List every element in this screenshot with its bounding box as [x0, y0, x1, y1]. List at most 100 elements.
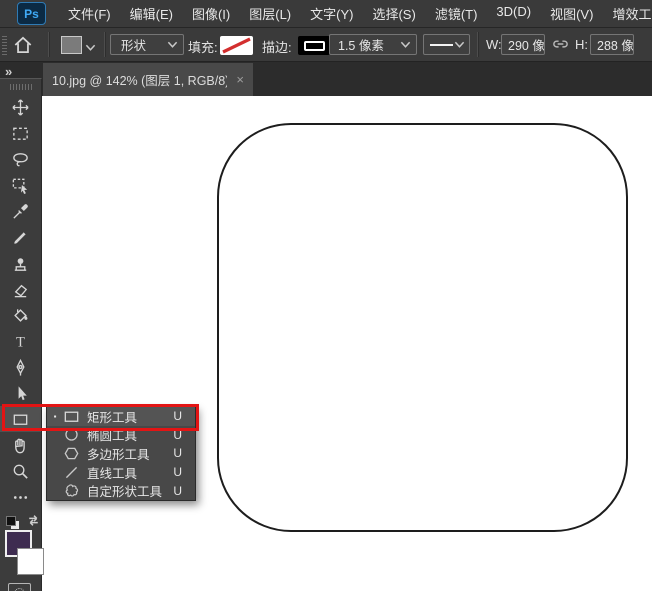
menu-item[interactable]: 视图(V) — [545, 0, 598, 27]
tool-options-bar: 形状 填充: 描边: 1.5 像素 W: 290 像 H: — [0, 28, 652, 62]
flyout-item-label: 自定形状工具 — [87, 481, 162, 500]
active-tool-bullet: ▪ — [49, 412, 61, 421]
menu-item[interactable]: 增效工具 — [607, 0, 652, 27]
photoshop-window: Ps 文件(F) 编辑(E) 图像(I) 图层(L) 文字(Y) 选择(S) 滤镜(T) 3D… — [0, 0, 652, 591]
path-selection-icon — [11, 384, 30, 403]
menu-item[interactable]: 图像(I) — [187, 0, 235, 27]
flyout-menu-item[interactable]: ▪ 矩形工具 U — [47, 407, 195, 426]
rectangular-marquee-tool[interactable] — [0, 120, 41, 146]
brush-icon — [11, 228, 30, 247]
hand-icon — [11, 436, 30, 455]
tools-panel-grip[interactable] — [10, 84, 32, 90]
separator — [104, 32, 106, 57]
flyout-menu-item[interactable]: 自定形状工具 U — [47, 481, 195, 500]
document-tab-title: 10.jpg @ 142% (图层 1, RGB/8) * — [52, 70, 227, 89]
height-field[interactable]: 288 像 — [590, 34, 634, 55]
object-selection-icon — [11, 176, 30, 195]
options-bar-grip[interactable] — [2, 35, 7, 55]
clone-stamp-icon — [11, 254, 30, 273]
flyout-item-label: 矩形工具 — [87, 407, 137, 426]
menu-item[interactable]: 图层(L) — [244, 0, 296, 27]
flyout-menu-item[interactable]: 椭圆工具U — [47, 426, 195, 445]
no-fill-slash-icon — [220, 36, 253, 55]
menu-item[interactable]: 文字(Y) — [305, 0, 358, 27]
photoshop-logo: Ps — [17, 2, 46, 25]
flyout-item-shortcut: U — [173, 446, 182, 460]
fill-label: 填充: — [188, 37, 218, 56]
menu-items: 文件(F) 编辑(E) 图像(I) 图层(L) 文字(Y) 选择(S) 滤镜(T) 3D(D)… — [63, 0, 652, 27]
height-value: 288 像 — [597, 35, 634, 54]
stroke-width-value: 1.5 像素 — [338, 35, 384, 54]
tool-list: T — [0, 94, 41, 510]
solid-line-icon — [430, 44, 453, 46]
menu-item[interactable]: 3D(D) — [491, 0, 536, 27]
height-label: H: — [575, 37, 588, 52]
clone-stamp-tool[interactable] — [0, 250, 41, 276]
width-label: W: — [486, 37, 502, 52]
double-chevron-right-icon[interactable]: » — [5, 64, 11, 79]
object-selection-tool[interactable] — [0, 172, 41, 198]
paint-bucket-tool[interactable] — [0, 302, 41, 328]
separator — [477, 32, 479, 57]
width-field[interactable]: 290 像 — [501, 34, 545, 55]
home-icon[interactable] — [12, 34, 34, 61]
flyout-item-shortcut: U — [173, 409, 182, 423]
quick-mask-icon[interactable] — [8, 583, 31, 591]
fill-swatch[interactable] — [220, 36, 253, 55]
rectangle-tool[interactable] — [0, 406, 41, 432]
type-icon: T — [11, 332, 30, 351]
rectangle-icon — [61, 407, 81, 426]
rounded-rectangle-shape — [217, 123, 628, 532]
menu-item[interactable]: 文件(F) — [63, 0, 116, 27]
eraser-icon — [11, 280, 30, 299]
eyedropper-tool[interactable] — [0, 198, 41, 224]
stroke-width-select[interactable]: 1.5 像素 — [329, 34, 417, 55]
shape-tools-flyout-menu: ▪矩形工具U椭圆工具U多边形工具U直线工具U自定形状工具U — [46, 406, 196, 501]
zoom-icon — [11, 462, 30, 481]
flyout-item-shortcut: U — [173, 484, 182, 498]
toolbar-footer — [0, 512, 41, 591]
tool-mode-value: 形状 — [121, 35, 146, 54]
lasso-tool[interactable] — [0, 146, 41, 172]
ellipse-icon — [61, 426, 81, 443]
brush-tool[interactable] — [0, 224, 41, 250]
chevron-down-icon[interactable] — [85, 39, 96, 57]
chevron-down-icon — [400, 38, 411, 52]
custom-shape-icon — [61, 482, 81, 499]
flyout-item-label: 直线工具 — [87, 463, 137, 482]
zoom-tool[interactable] — [0, 458, 41, 484]
flyout-menu-item[interactable]: 多边形工具 U — [47, 444, 195, 463]
tool-mode-select[interactable]: 形状 — [110, 34, 184, 55]
menu-item[interactable]: 滤镜(T) — [430, 0, 483, 27]
move-tool[interactable] — [0, 94, 41, 120]
stroke-swatch[interactable] — [298, 36, 330, 55]
path-selection-tool[interactable] — [0, 380, 41, 406]
type-tool[interactable]: T — [0, 328, 41, 354]
tool-preset-icon[interactable] — [61, 36, 82, 54]
stroke-label: 描边: — [262, 37, 292, 56]
marquee-icon — [11, 124, 30, 143]
link-icon[interactable] — [551, 37, 570, 56]
polygon-icon — [61, 445, 81, 462]
default-colors-icon[interactable] — [6, 516, 20, 530]
chevron-down-icon — [167, 38, 178, 52]
stroke-swatch-inner — [304, 41, 325, 51]
flyout-item-label: 多边形工具 — [87, 444, 150, 463]
eraser-tool[interactable] — [0, 276, 41, 302]
background-color-swatch[interactable] — [17, 548, 44, 575]
pen-tool[interactable] — [0, 354, 41, 380]
flyout-menu-item[interactable]: 直线工具 U — [47, 463, 195, 482]
menu-item[interactable]: 编辑(E) — [125, 0, 178, 27]
document-tab[interactable]: 10.jpg @ 142% (图层 1, RGB/8) * × — [43, 63, 253, 96]
flyout-item-shortcut: U — [173, 428, 182, 442]
pen-icon — [11, 358, 30, 377]
edit-toolbar[interactable] — [0, 484, 41, 510]
canvas[interactable] — [43, 96, 652, 591]
rectangle-icon — [11, 410, 30, 429]
tab-close-icon[interactable]: × — [236, 72, 244, 87]
ellipsis-icon — [11, 488, 30, 507]
hand-tool[interactable] — [0, 432, 41, 458]
menu-item[interactable]: 选择(S) — [367, 0, 420, 27]
stroke-style-select[interactable] — [423, 34, 470, 55]
flyout-item-shortcut: U — [173, 465, 182, 479]
